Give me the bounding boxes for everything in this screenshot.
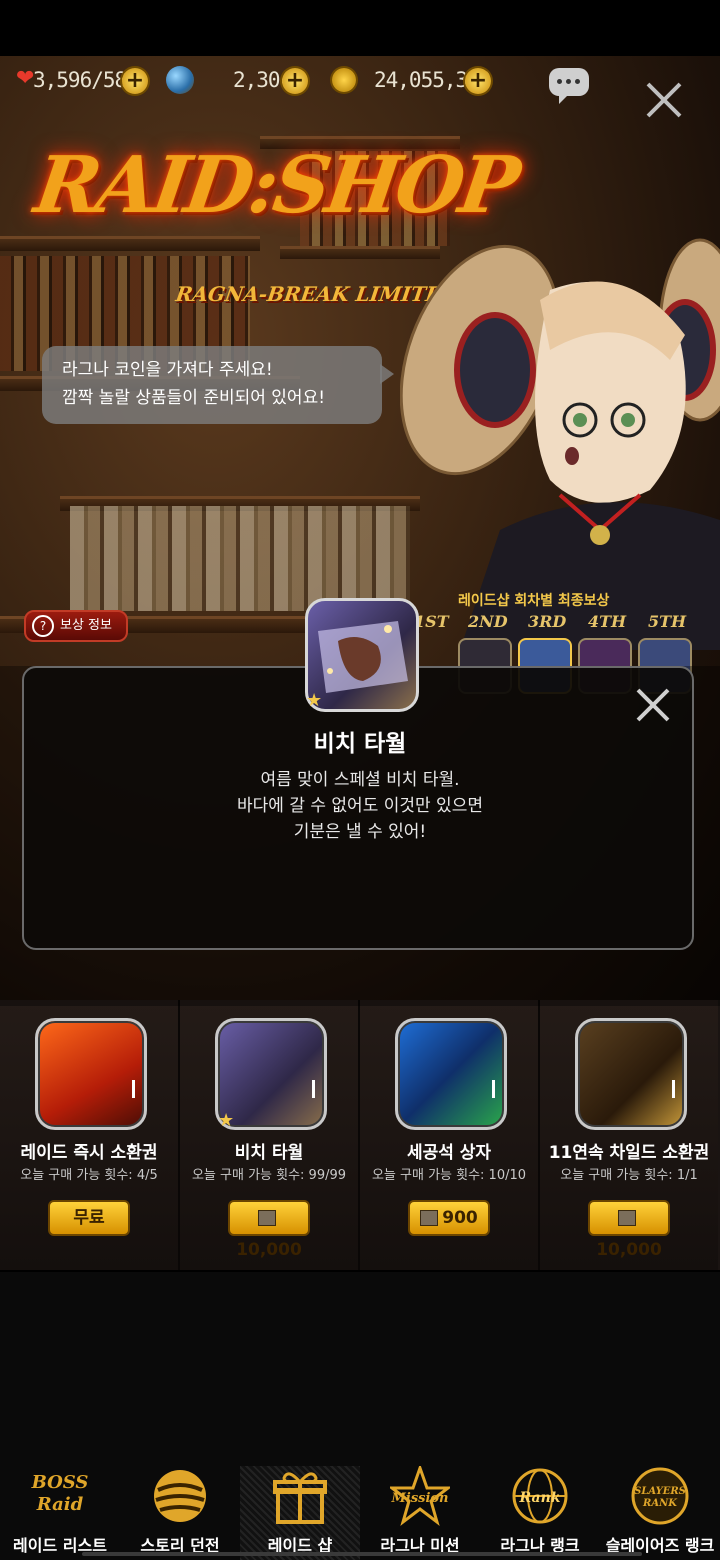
svg-text:Rank: Rank [519, 1490, 561, 1506]
price-label: 10,000 [596, 1240, 662, 1260]
slayers-rank-icon: SLAYERS RANK [630, 1466, 690, 1526]
gold-coin-icon [332, 68, 356, 92]
gem-box-icon [395, 1018, 507, 1130]
raid-shop-logo: RAID:SHOP [29, 140, 522, 231]
rank-reward-header: 레이드샵 회차별 최종보상 [458, 593, 610, 609]
reward-info-label: 보상 정보 [60, 618, 112, 633]
shop-item-summon-ticket[interactable]: 레이드 즉시 소환권 오늘 구매 가능 횟수: 4/5 무료 [0, 1000, 180, 1270]
buy-button[interactable]: 900 [408, 1200, 490, 1236]
item-count-mark [132, 1080, 135, 1098]
rank-label-2: 2ND [468, 612, 508, 631]
star-icon: ★ [306, 690, 323, 711]
buy-button[interactable]: 무료 [48, 1200, 130, 1236]
price-label: 10,000 [236, 1240, 302, 1260]
nav-slayers-rank[interactable]: SLAYERS RANK 슬레이어즈 랭크 [600, 1458, 720, 1555]
item-limit: 오늘 구매 가능 횟수: 10/10 [371, 1168, 527, 1183]
shop-item-11-summon[interactable]: 11연속 차일드 소환권 오늘 구매 가능 횟수: 1/1 10,000 [540, 1000, 718, 1270]
buy-button[interactable]: 10,000 [228, 1200, 310, 1260]
globe-rank-icon: Rank [510, 1466, 570, 1526]
modal-desc-line-1: 여름 맞이 스페셜 비치 타월. [260, 770, 460, 790]
rank-label-1: 1ST [414, 612, 449, 631]
modal-desc-line-3: 기분은 낼 수 있어! [293, 822, 427, 842]
item-limit: 오늘 구매 가능 횟수: 99/99 [191, 1168, 347, 1183]
item-count-mark [312, 1080, 315, 1098]
nav-raid-shop[interactable]: 레이드 샵 [240, 1458, 360, 1555]
heart-icon: ❤ [16, 66, 35, 91]
eleven-summon-card-icon [575, 1018, 687, 1130]
gem-icon [166, 66, 194, 94]
svg-text:SLAYERS: SLAYERS [634, 1486, 686, 1497]
top-resource-bar: ❤ 3,596/584 + 2,304 + 24,055,398 + [0, 56, 720, 106]
question-icon: ? [32, 614, 54, 637]
item-count-mark [672, 1080, 675, 1098]
rank-label-3: 3RD [528, 612, 567, 631]
price-label: 900 [442, 1208, 478, 1228]
modal-desc-line-2: 바다에 갈 수 없어도 이것만 있으면 [237, 796, 483, 816]
buy-button[interactable]: 10,000 [588, 1200, 670, 1260]
svg-text:Mission: Mission [390, 1491, 448, 1506]
raid-coin-icon [420, 1210, 439, 1226]
raid-coin-icon [618, 1210, 636, 1226]
home-indicator [82, 1552, 642, 1556]
summon-ticket-icon [35, 1018, 147, 1130]
npc-line-1: 라그나 코인을 가져다 주세요! [62, 360, 273, 380]
modal-title: 비치 타월 [313, 731, 407, 757]
gift-box-icon [270, 1466, 330, 1526]
item-limit: 오늘 구매 가능 횟수: 1/1 [560, 1168, 698, 1183]
npc-line-2: 깜짝 놀랄 상품들이 준비되어 있어요! [62, 388, 326, 408]
stamina-value: 3,596 [33, 68, 92, 92]
shop-item-beach-towel[interactable]: ★ 비치 타월 오늘 구매 가능 횟수: 99/99 10,000 [180, 1000, 360, 1270]
item-limit: 오늘 구매 가능 횟수: 4/5 [20, 1168, 158, 1183]
nav-ragna-rank[interactable]: Rank 라그나 랭크 [480, 1458, 600, 1555]
raid-coin-icon [258, 1210, 276, 1226]
item-name: 11연속 차일드 소환권 [548, 1143, 710, 1163]
story-dungeon-icon [150, 1466, 210, 1526]
item-count-mark [492, 1080, 495, 1098]
close-icon[interactable] [644, 80, 684, 120]
item-name: 세공석 상자 [406, 1143, 492, 1163]
add-stamina-button[interactable]: + [122, 68, 148, 94]
nav-raid-list[interactable]: BOSS Raid 레이드 리스트 [0, 1458, 120, 1555]
reward-info-button[interactable]: ? 보상 정보 [24, 610, 128, 642]
svg-text:RANK: RANK [642, 1498, 678, 1509]
rank-label-5: 5TH [648, 612, 687, 631]
rank-label-4: 4TH [588, 612, 627, 631]
mission-star-icon: Mission [387, 1463, 453, 1526]
add-gold-button[interactable]: + [465, 68, 491, 94]
add-gems-button[interactable]: + [282, 68, 308, 94]
modal-close-icon[interactable] [634, 686, 672, 724]
npc-speech-bubble: 라그나 코인을 가져다 주세요! 깜짝 놀랄 상품들이 준비되어 있어요! [42, 346, 394, 424]
shop-item-gem-box[interactable]: 세공석 상자 오늘 구매 가능 횟수: 10/10 900 [360, 1000, 540, 1270]
nav-ragna-mission[interactable]: Mission 라그나 미션 [360, 1458, 480, 1555]
shopkeeper-character [399, 230, 720, 650]
chat-icon[interactable] [549, 68, 589, 104]
item-name: 레이드 즉시 소환권 [20, 1143, 158, 1163]
item-name: 비치 타월 [234, 1143, 304, 1163]
star-icon: ★ [218, 1110, 235, 1131]
boss-raid-icon: BOSS Raid [31, 1472, 89, 1515]
nav-story-dungeon[interactable]: 스토리 던전 [120, 1458, 240, 1555]
